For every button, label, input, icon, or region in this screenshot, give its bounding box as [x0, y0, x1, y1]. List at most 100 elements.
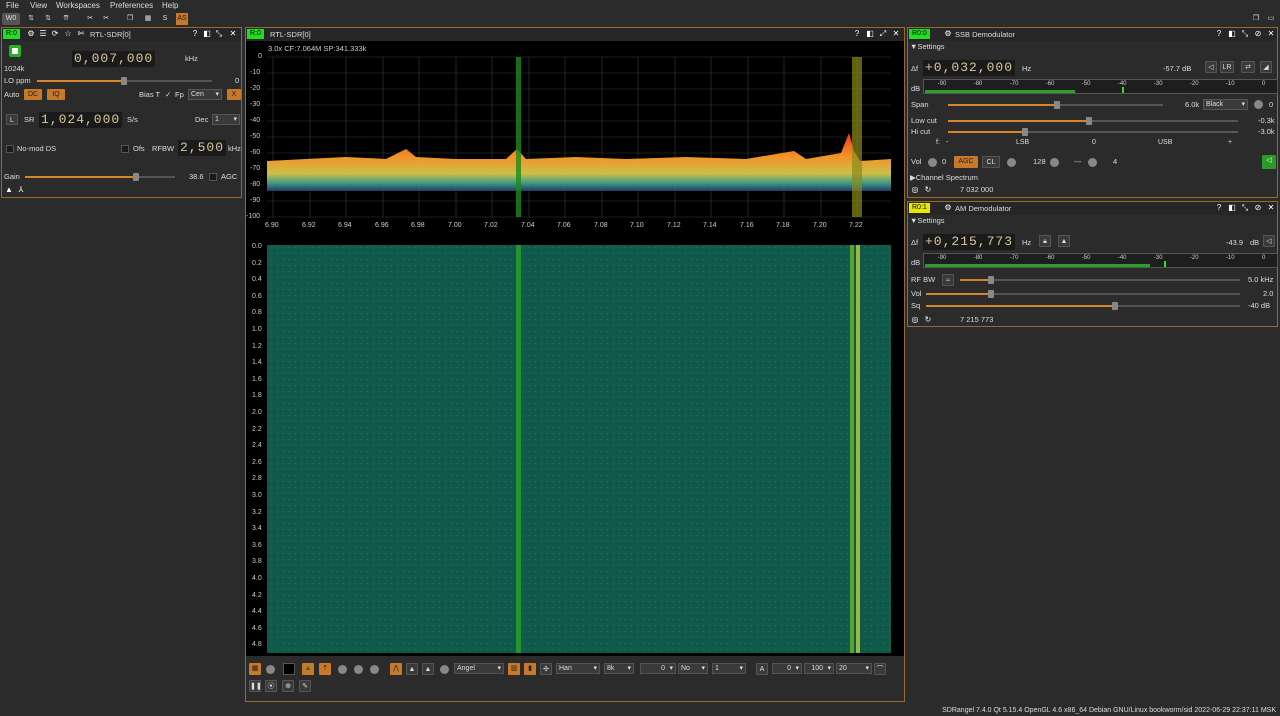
agc-button[interactable]: AGC	[954, 156, 978, 168]
close-icon[interactable]: ✕	[891, 29, 901, 39]
reset-icon[interactable]: ↻	[923, 185, 933, 195]
threshold-dial[interactable]	[1088, 158, 1097, 167]
dc-button[interactable]: DC	[24, 89, 42, 100]
tile-icon[interactable]: ▦	[142, 13, 154, 25]
record-icon[interactable]: ◧	[1227, 203, 1237, 213]
reload-icon[interactable]: ⟳	[50, 29, 60, 39]
histogram-dial[interactable]	[440, 665, 449, 674]
sync-icon[interactable]: ⅄	[16, 185, 26, 195]
spectrum-display[interactable]: 3.0x CF:7.064M SP:341.333k 0 -10 -20 -30…	[246, 41, 904, 656]
3d-icon[interactable]: ✣	[540, 663, 552, 675]
target-icon[interactable]: ⊕	[282, 680, 294, 692]
add-tx-icon[interactable]: ⇅	[42, 13, 54, 25]
hi-cut-slider[interactable]	[948, 128, 1238, 136]
channel-spectrum-toggle[interactable]: ▶Channel Spectrum	[910, 173, 978, 183]
feature2-icon[interactable]: ✂	[100, 13, 112, 25]
am-frequency-dial[interactable]: +0,215,773	[923, 234, 1016, 250]
record-icon[interactable]: ◧	[865, 29, 875, 39]
copy-icon[interactable]: ◎	[910, 185, 920, 195]
curve-icon[interactable]: ⌒	[874, 663, 886, 675]
agc-threshold-dial[interactable]	[1050, 158, 1059, 167]
gear-icon[interactable]: ⚙	[943, 203, 953, 213]
reset-icon[interactable]: ↻	[923, 315, 933, 325]
record-icon[interactable]: ◧	[1227, 29, 1237, 39]
expand-icon[interactable]: ⤢	[878, 29, 888, 39]
agc-dial[interactable]	[1007, 158, 1016, 167]
close-icon[interactable]: ✕	[1266, 203, 1276, 213]
lo-ppm-slider[interactable]	[37, 77, 212, 85]
max-hold-icon[interactable]: ⋀	[390, 663, 402, 675]
start-button[interactable]	[9, 45, 21, 57]
histogram-icon[interactable]: ▲	[422, 663, 434, 675]
cl-button[interactable]: CL	[982, 156, 1000, 168]
help-icon[interactable]: ?	[190, 29, 200, 39]
ofs-checkbox[interactable]	[121, 145, 129, 153]
workspace-button[interactable]: W0	[2, 13, 20, 25]
ssb-settings-toggle[interactable]: ▼Settings	[910, 42, 945, 52]
nomod-checkbox[interactable]	[6, 145, 14, 153]
menu-view[interactable]: View	[30, 1, 47, 10]
windows-icon[interactable]: ❐	[124, 13, 136, 25]
low-cut-slider[interactable]	[948, 117, 1238, 125]
ref-level-spin[interactable]: 0	[772, 663, 802, 674]
menu-file[interactable]: File	[6, 1, 19, 10]
sample-rate-dial[interactable]: 1,024,000	[39, 112, 123, 128]
span-combo[interactable]: Black	[1203, 99, 1248, 110]
up-icon[interactable]: ▲	[4, 185, 14, 195]
feature-icon[interactable]: ✂	[84, 13, 96, 25]
squelch-slider[interactable]	[926, 302, 1240, 310]
gradient-icon[interactable]: ⇡	[319, 663, 331, 675]
autostack-button[interactable]: AS	[176, 13, 188, 25]
shrink-icon[interactable]: ⤡	[1240, 29, 1250, 39]
averaging-combo[interactable]: 1	[712, 663, 746, 674]
grid-intensity-dial[interactable]	[266, 665, 275, 674]
lr-button[interactable]: LR	[1220, 61, 1234, 73]
ssb-frequency-dial[interactable]: +0,032,000	[923, 60, 1016, 76]
speaker-icon[interactable]: ◁	[1263, 235, 1275, 247]
tools-icon[interactable]: ✄	[76, 29, 86, 39]
x-button[interactable]: X	[227, 89, 241, 100]
filter-icon[interactable]: ≈	[942, 274, 954, 286]
restore-icon[interactable]: ❐	[1251, 13, 1261, 25]
palette-combo[interactable]: Angel	[454, 663, 504, 674]
hide-icon[interactable]: ⊘	[1253, 203, 1263, 213]
swap-icon[interactable]: ⇄	[1241, 61, 1255, 73]
fill-icon[interactable]: ▲	[302, 663, 314, 675]
span-dial[interactable]	[1254, 100, 1263, 109]
grid-icon[interactable]: ▦	[249, 663, 261, 675]
help-icon[interactable]: ?	[852, 29, 862, 39]
fullscreen-icon[interactable]: ▭	[1266, 13, 1276, 25]
window-combo[interactable]: Han	[556, 663, 600, 674]
shrink-icon[interactable]: ⤡	[214, 29, 224, 39]
rfbw-dial[interactable]: 2,500	[178, 140, 227, 156]
close-icon[interactable]: ✕	[228, 29, 238, 39]
help-icon[interactable]: ?	[1214, 203, 1224, 213]
speaker-icon[interactable]: ◁	[1205, 61, 1217, 73]
clear-icon[interactable]	[283, 663, 295, 675]
iq-button[interactable]: IQ	[47, 89, 65, 100]
menu-help[interactable]: Help	[162, 1, 178, 10]
range-spin[interactable]: 100	[804, 663, 834, 674]
fp-combo[interactable]: Cen	[188, 89, 222, 100]
shrink-icon[interactable]: ⤡	[1240, 203, 1250, 213]
settings-icon[interactable]: ☰	[38, 29, 48, 39]
copy-icon[interactable]: ◎	[910, 315, 920, 325]
record-icon[interactable]: ◧	[202, 29, 212, 39]
pause-icon[interactable]: ❚❚	[249, 680, 262, 692]
auto-button[interactable]: A	[756, 663, 768, 675]
stack-button[interactable]: S	[160, 13, 170, 25]
spectrogram-icon[interactable]: ▮	[524, 663, 536, 675]
menu-preferences[interactable]: Preferences	[110, 1, 153, 10]
fft-overlap-spin[interactable]: 0	[640, 663, 676, 674]
fft-size-combo[interactable]: 8k	[604, 663, 634, 674]
waterfall-icon[interactable]: ▥	[508, 663, 520, 675]
l-button[interactable]: L	[6, 114, 18, 125]
current-icon[interactable]: ▲	[406, 663, 418, 675]
help-icon[interactable]: ?	[1214, 29, 1224, 39]
trace-intensity-dial[interactable]	[338, 665, 347, 674]
vol-slider[interactable]	[926, 290, 1240, 298]
fp-check-icon[interactable]: ✓	[165, 90, 171, 100]
gear-icon[interactable]: ⚙	[943, 29, 953, 39]
ruler-icon[interactable]: ✎	[299, 680, 311, 692]
fps-combo[interactable]: 20	[836, 663, 872, 674]
